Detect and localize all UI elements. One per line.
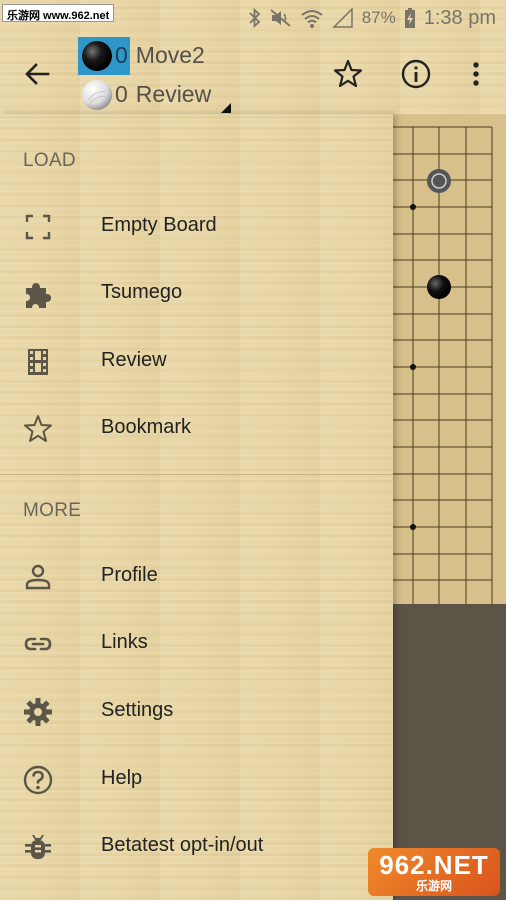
battery-charging-icon [404,7,416,29]
mute-icon [270,8,292,28]
navigation-drawer: LOAD Empty Board Tsumego Review Bookmark… [0,114,393,900]
black-player-name: Move2 [135,42,205,68]
battery-percent: 87% [361,8,396,27]
menu-item-label: Help [101,767,143,789]
wifi-icon [300,8,324,28]
film-icon [22,346,54,378]
watermark-text: 乐游网 www.962.net [2,4,115,22]
black-captures: 0 [115,42,128,68]
more-vert-icon [473,62,479,86]
menu-item-label: Bookmark [101,416,192,438]
bluetooth-icon [248,8,262,28]
black-player-indicator: 0 [78,36,130,75]
menu-item-tsumego[interactable]: Tsumego [0,264,393,324]
bookmark-button[interactable] [332,58,364,90]
white-stone-icon [82,79,112,110]
menu-item-label: Links [101,631,148,653]
person-icon [22,561,54,593]
player-info[interactable]: 0 Move2 0 Review [78,36,211,114]
menu-item-label: Profile [101,564,158,586]
white-player-indicator: 0 [78,76,130,114]
menu-item-help[interactable]: Help [0,750,393,810]
fullscreen-corners-icon [22,211,54,243]
help-circle-icon [22,764,54,796]
menu-item-profile[interactable]: Profile [0,547,393,607]
section-title-more: MORE [23,500,82,521]
white-captures: 0 [115,81,128,107]
black-stone-icon [82,40,112,71]
last-move-stone [426,168,452,199]
info-icon [401,59,431,89]
info-button[interactable] [400,58,432,90]
status-bar: 乐游网 www.962.net 87% 1:38 pm [0,0,506,36]
gear-icon [22,696,54,728]
signal-icon [331,8,354,28]
menu-item-label: Settings [101,699,174,721]
section-divider [0,474,393,475]
more-options-button[interactable] [460,58,492,90]
puzzle-icon [22,278,54,310]
menu-item-bookmark[interactable]: Bookmark [0,399,393,459]
menu-item-links[interactable]: Links [0,614,393,674]
link-icon [22,628,54,660]
menu-item-label: Empty Board [101,214,217,236]
menu-item-label: Tsumego [101,281,183,303]
black-player-row: 0 Move2 [78,36,211,75]
menu-item-betatest[interactable]: Betatest opt-in/out [0,817,393,877]
white-player-row: 0 Review [78,75,211,114]
menu-item-review[interactable]: Review [0,332,393,392]
app-bar: 0 Move2 0 Review [0,36,506,114]
menu-item-settings[interactable]: Settings [0,682,393,742]
bug-icon [22,831,54,863]
watermark-logo: 962.NET 乐游网 [368,848,500,896]
back-button[interactable] [22,58,54,90]
back-arrow-icon [25,63,50,85]
watermark-logo-subtext: 乐游网 [415,879,452,893]
black-stone [426,274,452,305]
star-outline-icon [22,413,54,445]
white-player-name: Review [135,81,212,107]
star-outline-icon [333,59,363,88]
section-title-load: LOAD [23,150,76,171]
watermark-logo-text: 962.NET [379,850,489,880]
menu-item-label: Review [101,349,167,371]
clock: 1:38 pm [423,6,496,29]
menu-item-label: Betatest opt-in/out [101,834,264,856]
menu-item-empty-board[interactable]: Empty Board [0,197,393,257]
dropdown-corner-icon [221,103,231,113]
